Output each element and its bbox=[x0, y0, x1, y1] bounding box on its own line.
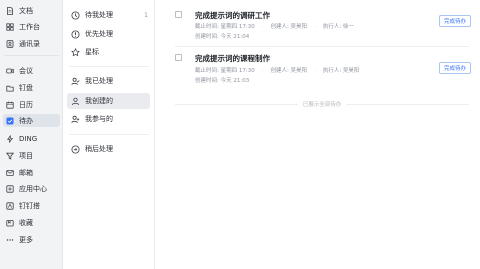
filter-label: 优先处理 bbox=[85, 30, 113, 38]
project-icon bbox=[6, 152, 14, 160]
task-divider bbox=[175, 46, 469, 47]
nav-label: 通讯录 bbox=[19, 39, 40, 48]
nav-label: 收藏 bbox=[19, 218, 33, 227]
nav-label: 会议 bbox=[19, 66, 33, 75]
task-checkbox[interactable] bbox=[175, 54, 182, 61]
calendar-icon bbox=[6, 101, 14, 109]
complete-todo-button[interactable]: 完成待办 bbox=[439, 15, 471, 27]
filter-starred[interactable]: 星标 bbox=[67, 44, 150, 60]
nav-item-calendar[interactable]: 日历 bbox=[3, 98, 60, 111]
drive-icon bbox=[6, 84, 14, 92]
priority-icon bbox=[71, 30, 80, 39]
task-item[interactable]: 完成提示词的调研工作 截止时间: 星期四 17:30 · 创建人: 吴昊阳 · 执行人:… bbox=[175, 10, 471, 42]
nav-item-meeting[interactable]: 会议 bbox=[3, 64, 60, 77]
meta-separator: · bbox=[261, 24, 264, 30]
nav-label: 项目 bbox=[19, 151, 33, 160]
filter-later[interactable]: 稍后处理 bbox=[67, 141, 150, 157]
nav-item-mail[interactable]: 邮箱 bbox=[3, 166, 60, 179]
task-executor: 执行人: 吴昊阳 bbox=[322, 68, 360, 74]
task-meta-row: 截止时间: 星期四 17:30 · 创建人: 吴昊阳 · 执行人: 吴昊阳 bbox=[195, 66, 359, 74]
nav-item-contacts[interactable]: 通讯录 bbox=[3, 37, 60, 50]
nav-item-more[interactable]: 更多 bbox=[3, 233, 60, 246]
nav-label: 钉钉搭 bbox=[19, 201, 40, 210]
nav-label: 邮箱 bbox=[19, 168, 33, 177]
nav-item-todo[interactable]: 待办 bbox=[3, 114, 60, 127]
more-icon bbox=[6, 236, 14, 244]
filter-participating[interactable]: 我参与的 bbox=[67, 111, 150, 127]
task-deadline: 截止时间: 星期四 17:30 bbox=[195, 68, 255, 74]
meta-separator: · bbox=[261, 68, 264, 74]
star-icon bbox=[71, 47, 80, 57]
filter-created-by-me[interactable]: 我创建的 bbox=[67, 93, 150, 109]
end-line-left bbox=[175, 103, 298, 105]
end-line-right bbox=[346, 103, 470, 105]
filter-label: 我已处理 bbox=[85, 77, 113, 85]
filter-count: 1 bbox=[144, 11, 148, 19]
nav-item-ding[interactable]: DING bbox=[3, 132, 60, 145]
user-icon bbox=[71, 97, 80, 106]
meta-separator: · bbox=[314, 24, 316, 30]
task-creator: 创建人: 吴昊阳 bbox=[270, 24, 308, 30]
filter-label: 稍后处理 bbox=[85, 145, 113, 153]
list-end-indicator: 已展示全部待办 bbox=[175, 100, 470, 108]
filter-label: 我参与的 bbox=[85, 115, 113, 123]
task-created-time: 创建时间: 今天 21:04 bbox=[195, 34, 250, 40]
contacts-icon bbox=[6, 39, 14, 48]
filter-divider bbox=[69, 134, 149, 135]
nav-item-workspace[interactable]: 工作台 bbox=[3, 20, 60, 33]
task-item[interactable]: 完成提示词的课程制作 截止时间: 星期四 17:30 · 创建人: 吴昊阳 · 执行人:… bbox=[175, 53, 471, 85]
complete-todo-button[interactable]: 完成待办 bbox=[439, 62, 471, 74]
favorites-icon bbox=[6, 219, 14, 227]
user-check-icon bbox=[71, 77, 80, 86]
clock-icon bbox=[71, 11, 80, 20]
todo-list-panel: 完成提示词的调研工作 截止时间: 星期四 17:30 · 创建人: 吴昊阳 · 执行人:… bbox=[155, 0, 480, 269]
filter-handled[interactable]: 我已处理 bbox=[67, 73, 150, 89]
user-plus-icon bbox=[71, 115, 80, 124]
nav-item-favorites[interactable]: 收藏 bbox=[3, 216, 60, 229]
nav-item-builder[interactable]: 钉钉搭 bbox=[3, 199, 60, 212]
task-meta-row: 截止时间: 星期四 17:30 · 创建人: 吴昊阳 · 执行人: 徐一 bbox=[195, 22, 354, 30]
nav-divider bbox=[4, 55, 59, 56]
todo-filter-panel: 待我处理 1 优先处理 星标 我已处理 我创建的 我参与的 稍后处理 bbox=[63, 0, 155, 269]
later-icon bbox=[71, 145, 80, 154]
task-checkbox[interactable] bbox=[175, 11, 182, 18]
todo-icon bbox=[6, 117, 14, 125]
primary-nav: 文档 工作台 通讯录 会议 钉盘 日历 待办 DING 项目 邮箱 应用中心 钉… bbox=[0, 0, 63, 269]
nav-label: 日历 bbox=[19, 100, 33, 109]
mail-icon bbox=[6, 169, 14, 177]
task-creator: 创建人: 吴昊阳 bbox=[270, 68, 308, 74]
list-end-text: 已展示全部待办 bbox=[302, 102, 342, 108]
filter-divider bbox=[69, 66, 149, 67]
ding-icon bbox=[6, 134, 14, 143]
task-title: 完成提示词的调研工作 bbox=[195, 11, 270, 20]
nav-label: 待办 bbox=[19, 116, 33, 125]
filter-pending-mine[interactable]: 待我处理 1 bbox=[67, 7, 150, 23]
meta-separator: · bbox=[314, 68, 316, 74]
filter-label: 我创建的 bbox=[85, 97, 113, 105]
builder-icon bbox=[6, 201, 14, 210]
nav-item-drive[interactable]: 钉盘 bbox=[3, 81, 60, 94]
nav-label: 工作台 bbox=[19, 22, 40, 31]
app-center-icon bbox=[6, 184, 14, 193]
filter-label: 星标 bbox=[85, 48, 99, 56]
nav-label: 应用中心 bbox=[19, 184, 47, 193]
nav-item-project[interactable]: 项目 bbox=[3, 149, 60, 162]
nav-label: 钉盘 bbox=[19, 83, 33, 92]
document-icon bbox=[6, 6, 14, 15]
nav-item-app-center[interactable]: 应用中心 bbox=[3, 182, 60, 195]
filter-label: 待我处理 bbox=[85, 11, 113, 19]
meeting-icon bbox=[6, 67, 14, 75]
filter-priority[interactable]: 优先处理 bbox=[67, 26, 150, 42]
nav-label: 文档 bbox=[19, 6, 33, 15]
nav-item-docs[interactable]: 文档 bbox=[3, 4, 60, 17]
nav-label: 更多 bbox=[19, 235, 33, 244]
task-created-time: 创建时间: 今天 21:03 bbox=[195, 78, 250, 84]
workspace-icon bbox=[6, 22, 14, 31]
task-executor: 执行人: 徐一 bbox=[322, 24, 354, 30]
task-deadline: 截止时间: 星期四 17:30 bbox=[195, 24, 255, 30]
task-title: 完成提示词的课程制作 bbox=[195, 54, 270, 63]
nav-label: DING bbox=[19, 134, 38, 143]
